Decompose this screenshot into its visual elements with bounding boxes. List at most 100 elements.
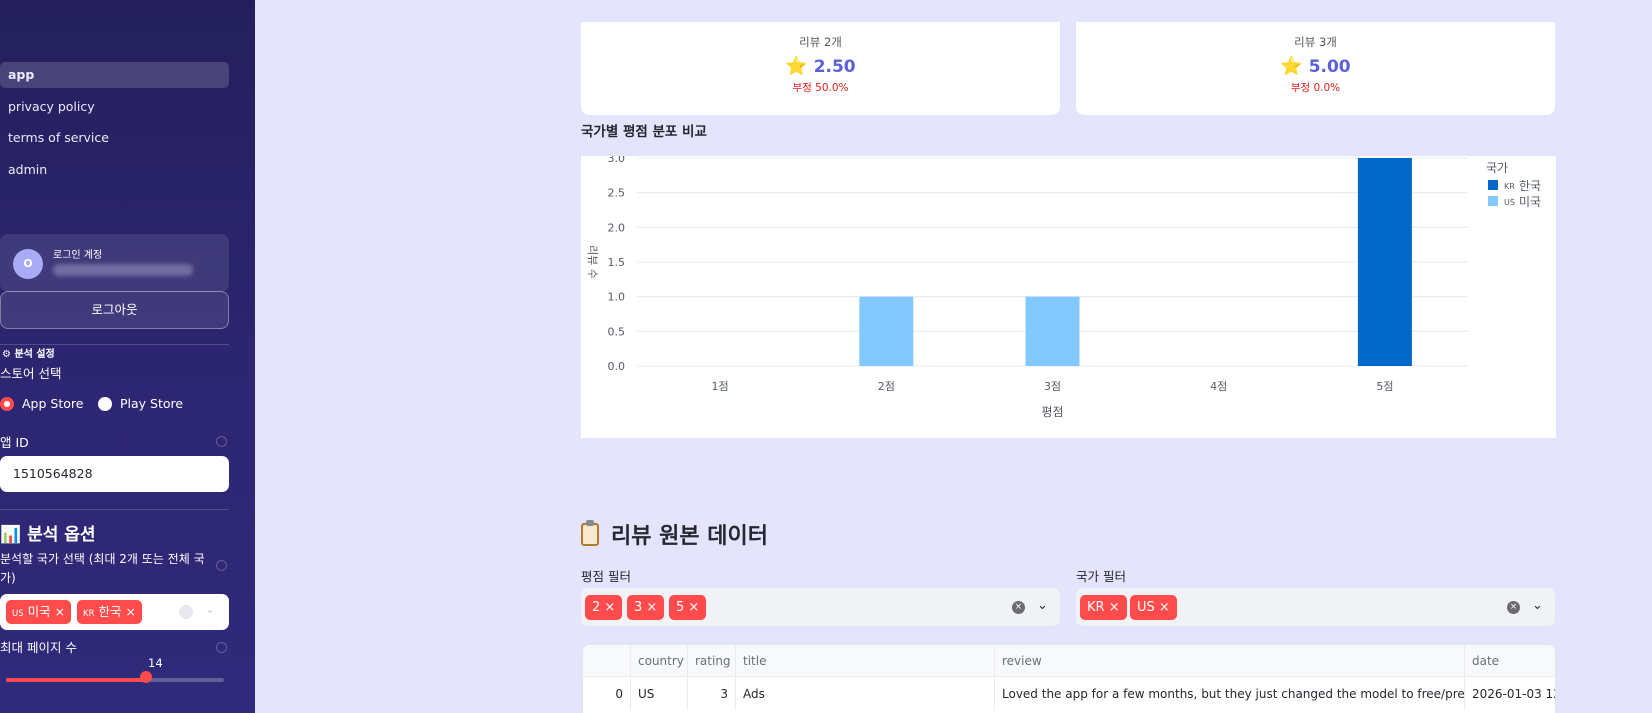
- y-tick-label: 2.0: [608, 221, 626, 234]
- table-header-date[interactable]: date: [1465, 645, 1555, 677]
- rating-value: 2.50: [813, 57, 856, 77]
- table-cell-title[interactable]: Ads: [736, 678, 995, 710]
- radio-label: App Store: [22, 396, 84, 411]
- y-tick-label: 1.0: [608, 291, 626, 304]
- metric-card-kr: 리뷰 3개 ⭐ 5.00 부정 0.0%: [1076, 22, 1555, 115]
- settings-title: ⚙ 분석 설정: [2, 349, 55, 360]
- radio-unselected-icon: [98, 396, 112, 411]
- radio-label: Play Store: [120, 396, 184, 411]
- app-id-label: 앱 ID: [0, 435, 29, 450]
- radio-app-store[interactable]: App Store: [0, 396, 83, 411]
- table-cell-review[interactable]: Loved the app for a few months, but they…: [995, 678, 1465, 710]
- rating-tag-3[interactable]: 3 ×: [627, 595, 665, 620]
- table-cell-country[interactable]: US: [631, 678, 688, 710]
- rating-filter[interactable]: 2 × 3 × 5 × × ⌄: [581, 588, 1060, 626]
- clipboard-icon: [581, 519, 599, 546]
- chevron-down-icon[interactable]: ⌄: [1037, 598, 1048, 613]
- metric-title: 리뷰 2개: [799, 35, 842, 49]
- negative-ratio: 부정 50.0%: [792, 82, 849, 94]
- close-icon[interactable]: ×: [55, 604, 65, 619]
- y-tick-label: 3.0: [608, 156, 626, 165]
- country-tag-kr[interactable]: KR 한국 ×: [77, 600, 142, 624]
- legend-swatch: [1488, 180, 1498, 190]
- star-icon: ⭐: [1280, 56, 1303, 77]
- clear-icon[interactable]: ×: [1012, 601, 1025, 614]
- country-filter-label: 국가 필터: [1076, 569, 1126, 584]
- tag-code: KR: [83, 609, 95, 619]
- y-axis-title: 리뷰 수: [586, 245, 599, 279]
- raw-data-header: 리뷰 원본 데이터: [581, 518, 768, 550]
- chart-title: 국가별 평점 분포 비교: [581, 124, 707, 140]
- y-tick-label: 0.5: [608, 325, 626, 338]
- metric-card-us: 리뷰 2개 ⭐ 2.50 부정 50.0%: [581, 22, 1060, 115]
- table-cell-rating[interactable]: 3: [688, 678, 736, 710]
- legend-label: 한국: [1519, 179, 1541, 193]
- negative-ratio: 부정 0.0%: [1290, 82, 1341, 94]
- chevron-down-icon[interactable]: ⌄: [1532, 598, 1543, 613]
- sidebar: app privacy policy terms of service admi…: [0, 0, 255, 713]
- clear-icon[interactable]: [179, 605, 193, 619]
- tag-name: 한국: [98, 604, 122, 619]
- help-icon[interactable]: [216, 436, 227, 447]
- reviews-table[interactable]: country rating title review date 0 US 3 …: [582, 644, 1556, 713]
- table-header-review[interactable]: review: [995, 645, 1465, 677]
- radio-selected-icon: [0, 396, 14, 411]
- raw-data-title: 리뷰 원본 데이터: [611, 524, 768, 549]
- slider-fill: [6, 678, 146, 682]
- y-tick-label: 2.5: [608, 187, 626, 200]
- app-id-input[interactable]: 1510564828: [0, 456, 229, 492]
- metric-value: ⭐ 5.00: [1076, 56, 1555, 77]
- table-cell-index[interactable]: 0: [583, 678, 631, 710]
- table-header-rating[interactable]: rating: [688, 645, 736, 677]
- chevron-down-icon[interactable]: ⌄: [205, 602, 215, 616]
- rating-value: 5.00: [1308, 57, 1351, 77]
- metric-value: ⭐ 2.50: [581, 56, 1060, 77]
- logout-button[interactable]: 로그아웃: [0, 291, 229, 329]
- y-tick-label: 1.5: [608, 256, 626, 269]
- table-header-country[interactable]: country: [631, 645, 688, 677]
- radio-play-store[interactable]: Play Store: [98, 396, 183, 411]
- star-icon: ⭐: [785, 56, 808, 77]
- rating-tag-5[interactable]: 5 ×: [669, 595, 707, 620]
- close-icon[interactable]: ×: [125, 604, 135, 619]
- x-tick-label: 5점: [1376, 380, 1393, 393]
- legend-code: US: [1504, 198, 1515, 207]
- help-icon[interactable]: [216, 642, 227, 653]
- x-tick-label: 4점: [1210, 380, 1227, 393]
- sidebar-nav: app privacy policy terms of service admi…: [0, 62, 229, 188]
- x-tick-label: 3점: [1044, 380, 1061, 393]
- legend-title: 국가: [1486, 161, 1508, 175]
- country-tag-kr[interactable]: KR ×: [1080, 595, 1127, 620]
- sidebar-divider: [0, 509, 229, 510]
- rating-distribution-chart: 0.0 0.5 1.0 1.5 2.0 2.5 3.0 1점 2점 3점 4점 5점 평점 리뷰 수 국가 K…: [581, 152, 1556, 438]
- chart-svg: 0.0 0.5 1.0 1.5 2.0 2.5 3.0 1점 2점 3점 4점 5점평점 리뷰 수 국가 K…: [586, 152, 1541, 419]
- table-header-index[interactable]: [583, 645, 631, 677]
- bar-us: [859, 296, 914, 366]
- nav-item-app[interactable]: app: [0, 62, 229, 88]
- tag-code: US: [12, 609, 24, 619]
- country-filter[interactable]: KR × US × × ⌄: [1076, 588, 1555, 626]
- analysis-options-header: 📊 분석 옵션: [0, 525, 96, 545]
- max-pages-slider[interactable]: [6, 678, 224, 682]
- country-tag-us[interactable]: US 미국 ×: [6, 600, 72, 624]
- metric-title: 리뷰 3개: [1294, 35, 1337, 49]
- store-select-label: 스토어 선택: [0, 366, 62, 381]
- account-label: 로그인 계정: [53, 250, 103, 261]
- rating-filter-label: 평점 필터: [581, 569, 631, 584]
- help-icon[interactable]: [216, 560, 227, 571]
- table-header-title[interactable]: title: [736, 645, 995, 677]
- clear-icon[interactable]: ×: [1507, 601, 1520, 614]
- country-tag-us[interactable]: US ×: [1130, 595, 1177, 620]
- y-tick-label: 0.0: [608, 360, 626, 373]
- avatar: O: [13, 249, 43, 279]
- nav-item-terms-of-service[interactable]: terms of service: [0, 125, 229, 151]
- country-multiselect[interactable]: US 미국 × KR 한국 × ⌄: [0, 594, 229, 630]
- rating-tag-2[interactable]: 2 ×: [585, 595, 623, 620]
- legend-label: 미국: [1519, 195, 1541, 209]
- nav-item-privacy-policy[interactable]: privacy policy: [0, 94, 229, 120]
- nav-item-admin[interactable]: admin: [0, 157, 229, 183]
- slider-thumb[interactable]: [139, 671, 152, 683]
- tag-name: 미국: [27, 604, 51, 619]
- table-cell-date[interactable]: 2026-01-03 12:3: [1465, 678, 1555, 710]
- bar-us: [1025, 296, 1080, 366]
